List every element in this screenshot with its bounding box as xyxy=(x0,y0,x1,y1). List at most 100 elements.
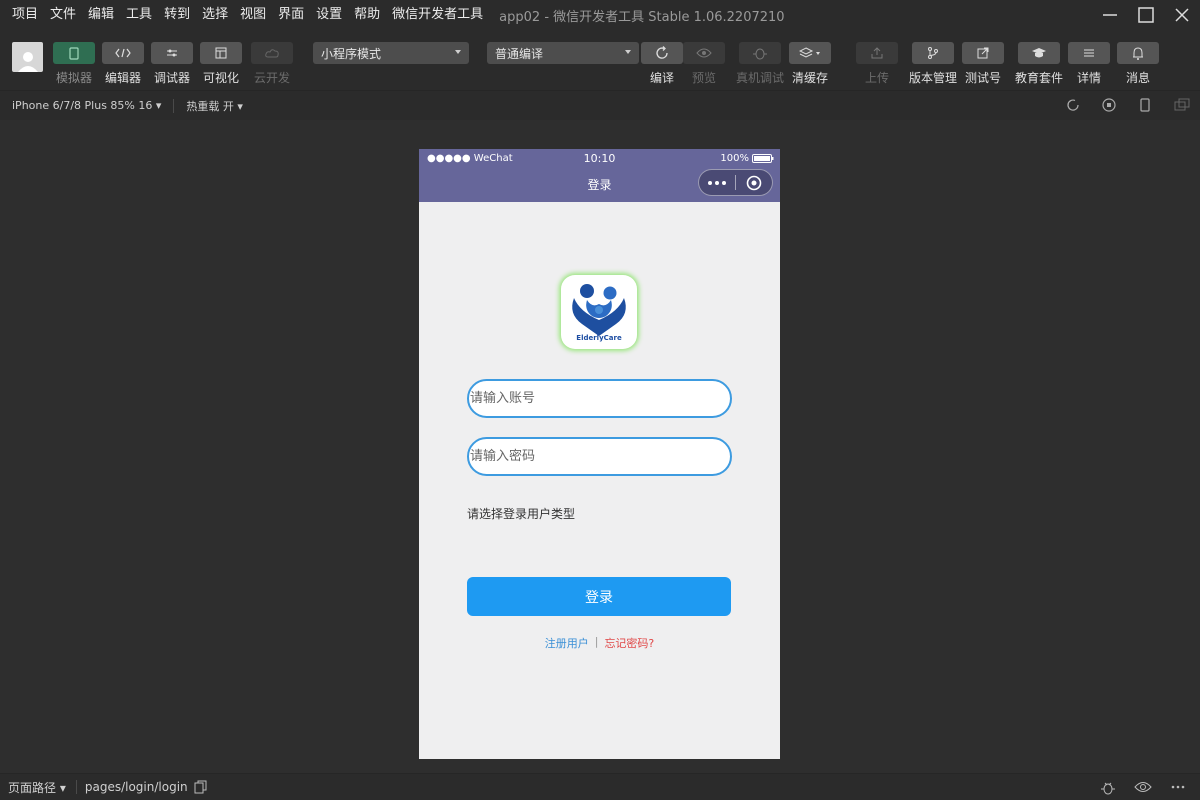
menu-icon xyxy=(1084,49,1094,57)
maximize-button[interactable] xyxy=(1128,0,1164,30)
account-input[interactable] xyxy=(469,381,730,416)
test-account-label: 测试号 xyxy=(964,71,1001,85)
more-options-button[interactable] xyxy=(699,180,735,185)
page-path-dropdown[interactable]: 页面路径 ▾ xyxy=(0,779,66,796)
debugger-button[interactable] xyxy=(151,42,193,64)
close-miniprogram-button[interactable] xyxy=(736,175,772,191)
mode-select-value: 小程序模式 xyxy=(321,46,382,61)
sliders-icon xyxy=(167,49,177,57)
preview-button[interactable] xyxy=(683,42,725,64)
bell-icon xyxy=(1133,46,1143,60)
user-type-selector[interactable]: 请选择登录用户类型 xyxy=(467,505,575,522)
edu-tool[interactable]: 教育套件 xyxy=(1015,42,1063,86)
more-dots-icon xyxy=(715,180,719,185)
detach-window-icon[interactable] xyxy=(1174,98,1190,112)
cloud-tool[interactable]: 云开发 xyxy=(251,42,293,86)
messages-button[interactable] xyxy=(1117,42,1159,64)
family-heart-logo-icon xyxy=(572,284,626,336)
password-field xyxy=(467,437,732,476)
register-link[interactable]: 注册用户 xyxy=(545,635,589,651)
menu-goto[interactable]: 转到 xyxy=(158,0,196,30)
menu-select[interactable]: 选择 xyxy=(196,0,234,30)
bug-icon xyxy=(753,48,767,60)
preview-tool[interactable]: 预览 xyxy=(683,42,725,86)
clear-cache-tool[interactable]: 清缓存 xyxy=(789,42,831,86)
edu-label: 教育套件 xyxy=(1015,71,1064,85)
menu-help[interactable]: 帮助 xyxy=(348,0,386,30)
visual-tool[interactable]: 可视化 xyxy=(200,42,242,86)
device-icon[interactable] xyxy=(1138,98,1152,112)
password-input[interactable] xyxy=(469,439,730,474)
window-controls xyxy=(1092,0,1200,30)
page-path-value: pages/login/login xyxy=(84,780,188,794)
forgot-password-link[interactable]: 忘记密码? xyxy=(604,635,654,651)
device-select[interactable]: iPhone 6/7/8 Plus 85% 16 ▾ xyxy=(0,99,161,112)
editor-label: 编辑器 xyxy=(104,71,141,85)
code-icon xyxy=(115,48,131,58)
simulator-subbar: iPhone 6/7/8 Plus 85% 16 ▾ 热重载 开 ▾ xyxy=(0,90,1200,120)
remote-debug-button[interactable] xyxy=(739,42,781,64)
eye-icon[interactable] xyxy=(1134,780,1152,794)
avatar[interactable] xyxy=(12,42,43,72)
upload-label: 上传 xyxy=(864,71,889,85)
account-field xyxy=(467,379,732,418)
upload-tool[interactable]: 上传 xyxy=(856,42,898,86)
status-footer: 页面路径 ▾ pages/login/login xyxy=(0,773,1200,800)
editor-tool[interactable]: 编辑器 xyxy=(102,42,144,86)
toolbar: 模拟器 编辑器 调试器 可视化 云开发 小程序模式 普通编译 编译 预览 真机调… xyxy=(0,30,1200,90)
compile-tool[interactable]: 编译 xyxy=(641,42,683,86)
minimize-button[interactable] xyxy=(1092,0,1128,30)
chevron-down-icon xyxy=(625,50,631,54)
upload-button[interactable] xyxy=(856,42,898,64)
hot-reload-toggle[interactable]: 热重载 开 ▾ xyxy=(174,98,243,114)
more-dots-icon[interactable] xyxy=(1170,780,1186,794)
clear-cache-button[interactable] xyxy=(789,42,831,64)
version-tool[interactable]: 版本管理 xyxy=(909,42,957,86)
close-window-button[interactable] xyxy=(1164,0,1200,30)
menu-project[interactable]: 项目 xyxy=(6,0,44,30)
simulator-button[interactable] xyxy=(53,42,95,64)
phone-simulator: ●●●●● WeChat 10:10 100% 登录 ElderlyCare 请… xyxy=(419,149,780,759)
menu-settings[interactable]: 设置 xyxy=(310,0,348,30)
compile-label: 编译 xyxy=(649,71,674,85)
debugger-tool[interactable]: 调试器 xyxy=(151,42,193,86)
menu-capsule xyxy=(698,169,773,196)
app-logo: ElderlyCare xyxy=(561,275,637,349)
details-tool[interactable]: 详情 xyxy=(1068,42,1110,86)
editor-button[interactable] xyxy=(102,42,144,64)
visual-button[interactable] xyxy=(200,42,242,64)
cloud-button[interactable] xyxy=(251,42,293,64)
phone-icon xyxy=(69,46,79,60)
menu-edit[interactable]: 编辑 xyxy=(82,0,120,30)
page-path-label: 页面路径 xyxy=(8,780,57,795)
window-title: app02 - 微信开发者工具 Stable 1.06.2207210 xyxy=(499,9,785,25)
menu-wechat-devtools[interactable]: 微信开发者工具 xyxy=(386,0,489,30)
details-label: 详情 xyxy=(1076,71,1101,85)
visual-label: 可视化 xyxy=(202,71,239,85)
simulator-tool[interactable]: 模拟器 xyxy=(53,42,95,86)
user-icon xyxy=(17,52,38,72)
test-account-button[interactable] xyxy=(962,42,1004,64)
compile-button[interactable] xyxy=(641,42,683,64)
remote-debug-tool[interactable]: 真机调试 xyxy=(736,42,784,86)
stop-icon[interactable] xyxy=(1102,98,1116,112)
mode-select[interactable]: 小程序模式 xyxy=(313,42,469,64)
copy-icon[interactable] xyxy=(194,780,208,794)
messages-tool[interactable]: 消息 xyxy=(1117,42,1159,86)
menu-interface[interactable]: 界面 xyxy=(272,0,310,30)
bug-icon[interactable] xyxy=(1100,780,1116,795)
test-account-tool[interactable]: 测试号 xyxy=(962,42,1004,86)
login-button[interactable]: 登录 xyxy=(467,577,731,616)
details-button[interactable] xyxy=(1068,42,1110,64)
menu-tools[interactable]: 工具 xyxy=(120,0,158,30)
menu-file[interactable]: 文件 xyxy=(44,0,82,30)
clear-cache-label: 清缓存 xyxy=(791,71,828,85)
messages-label: 消息 xyxy=(1125,71,1150,85)
menu-view[interactable]: 视图 xyxy=(234,0,272,30)
version-button[interactable] xyxy=(912,42,954,64)
remote-debug-label: 真机调试 xyxy=(736,71,785,85)
rotate-icon[interactable] xyxy=(1066,98,1080,112)
chevron-down-icon xyxy=(455,50,461,54)
edu-button[interactable] xyxy=(1018,42,1060,64)
compile-mode-select[interactable]: 普通编译 xyxy=(487,42,639,64)
